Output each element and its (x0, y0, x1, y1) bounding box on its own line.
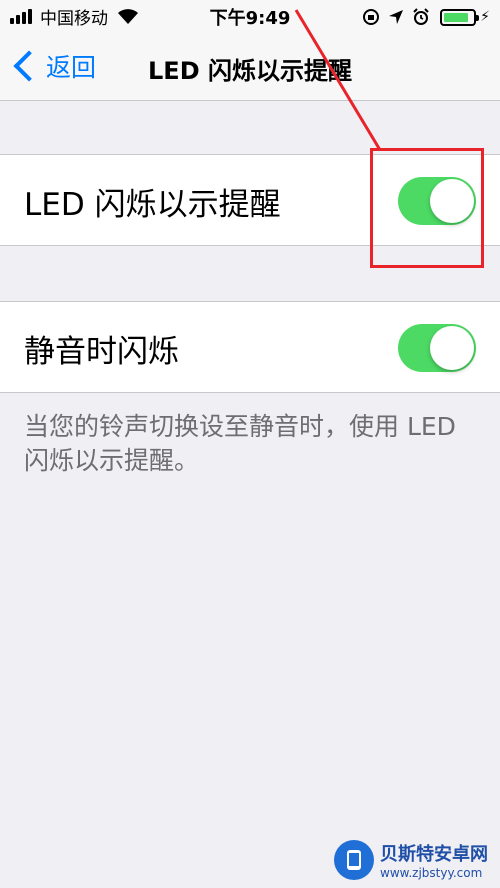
watermark-url: www.zjbstyy.com (380, 866, 483, 880)
status-right: ⚡ (362, 6, 490, 28)
toggle-knob (430, 326, 474, 370)
battery-fill (444, 12, 469, 22)
led-flash-toggle[interactable] (398, 177, 476, 225)
flash-on-silent-row: 静音时闪烁 (0, 302, 500, 392)
watermark: 贝斯特安卓网 www.zjbstyy.com (334, 840, 488, 880)
charging-icon: ⚡ (480, 9, 490, 25)
flash-on-silent-toggle[interactable] (398, 324, 476, 372)
navigation-bar: 返回 LED 闪烁以示提醒 (0, 34, 500, 101)
led-flash-row: LED 闪烁以示提醒 (0, 155, 500, 245)
flash-on-silent-group: 静音时闪烁 (0, 301, 500, 393)
orientation-lock-icon (363, 9, 380, 25)
battery-icon (440, 8, 480, 26)
battery-cap (476, 14, 480, 21)
watermark-name: 贝斯特安卓网 (380, 844, 488, 865)
page-title: LED 闪烁以示提醒 (148, 57, 352, 85)
led-flash-group: LED 闪烁以示提醒 (0, 154, 500, 246)
status-bar: 中国移动 下午9:49 ⚡ (0, 0, 500, 34)
footer-note: 当您的铃声切换设至静音时，使用 LED 闪烁以示提醒。 (24, 412, 456, 475)
location-icon (389, 10, 404, 24)
watermark-logo-icon (334, 840, 374, 880)
alarm-icon (413, 8, 429, 25)
watermark-text: 贝斯特安卓网 www.zjbstyy.com (380, 840, 488, 880)
led-flash-label: LED 闪烁以示提醒 (24, 187, 281, 223)
toggle-knob (430, 179, 474, 223)
flash-on-silent-label: 静音时闪烁 (24, 334, 179, 370)
